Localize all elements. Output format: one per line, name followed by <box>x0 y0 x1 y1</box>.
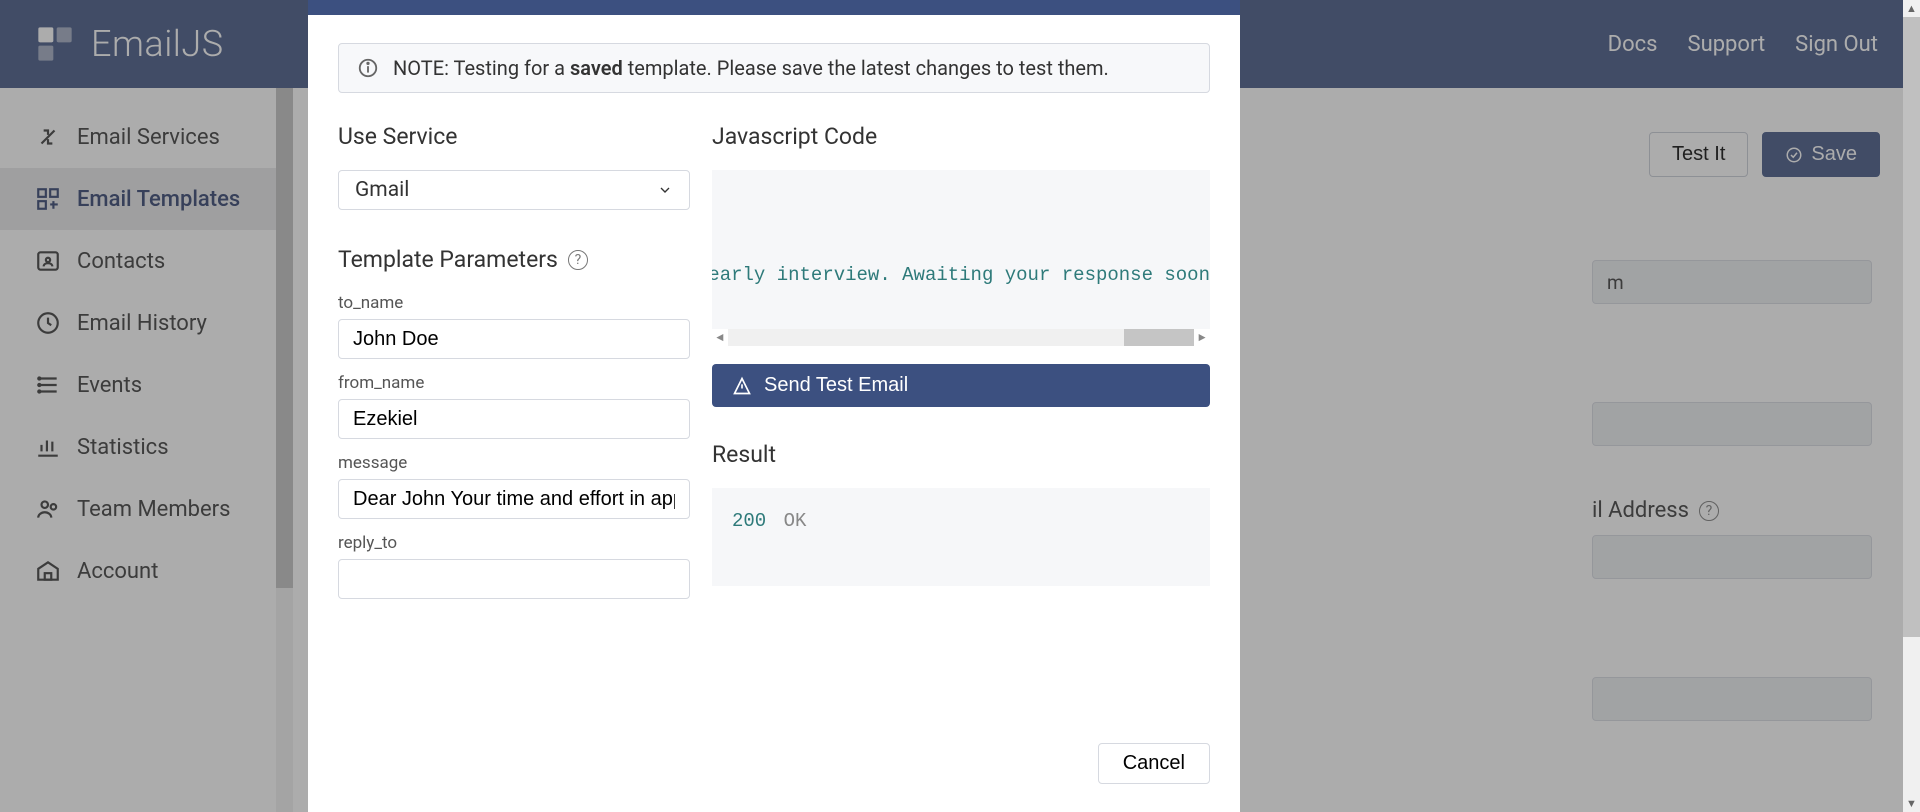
modal-footer: Cancel <box>308 729 1240 812</box>
page-scrollbar[interactable]: ▲ ▼ <box>1903 0 1920 812</box>
note-suffix: template. Please save the latest changes… <box>623 56 1109 80</box>
result-code: 200 <box>732 510 766 532</box>
send-icon <box>732 376 752 396</box>
param-label-from-name: from_name <box>338 373 690 393</box>
use-service-title: Use Service <box>338 123 690 150</box>
param-input-from-name[interactable] <box>338 399 690 439</box>
chevron-down-icon <box>657 182 673 198</box>
note-box: NOTE: Testing for a saved template. Plea… <box>338 43 1210 93</box>
result-title: Result <box>712 441 1210 468</box>
note-bold: saved <box>570 56 623 80</box>
scroll-down-arrow[interactable]: ▼ <box>1903 795 1920 812</box>
js-code-title: Javascript Code <box>712 123 1210 150</box>
scroll-up-arrow[interactable]: ▲ <box>1903 0 1920 17</box>
code-horizontal-scrollbar[interactable]: ◄ ► <box>712 329 1210 346</box>
param-label-reply-to: reply_to <box>338 533 690 553</box>
param-input-to-name[interactable] <box>338 319 690 359</box>
test-modal: NOTE: Testing for a saved template. Plea… <box>308 0 1240 812</box>
param-input-message[interactable] <box>338 479 690 519</box>
note-prefix: NOTE: Testing for a <box>393 56 570 80</box>
send-test-email-button[interactable]: Send Test Email <box>712 364 1210 407</box>
info-icon <box>357 57 379 79</box>
scroll-right-arrow[interactable]: ► <box>1194 330 1210 346</box>
help-icon[interactable]: ? <box>568 250 588 270</box>
cancel-button[interactable]: Cancel <box>1098 743 1210 784</box>
result-box: 200 OK <box>712 488 1210 586</box>
page-scroll-thumb[interactable] <box>1903 17 1920 637</box>
send-test-label: Send Test Email <box>764 374 908 397</box>
scroll-left-arrow[interactable]: ◄ <box>712 330 728 346</box>
service-select[interactable]: Gmail <box>338 170 690 210</box>
code-box[interactable]: dule an early interview. Awaiting your r… <box>712 170 1210 346</box>
param-label-to-name: to_name <box>338 293 690 313</box>
param-label-message: message <box>338 453 690 473</box>
service-value: Gmail <box>355 178 409 202</box>
result-text: OK <box>784 510 807 532</box>
code-snippet: dule an early interview. Awaiting your r… <box>712 264 1210 286</box>
template-params-title: Template Parameters ? <box>338 246 690 273</box>
modal-header-bar <box>308 0 1240 15</box>
param-input-reply-to[interactable] <box>338 559 690 599</box>
scroll-thumb[interactable] <box>1124 329 1194 346</box>
